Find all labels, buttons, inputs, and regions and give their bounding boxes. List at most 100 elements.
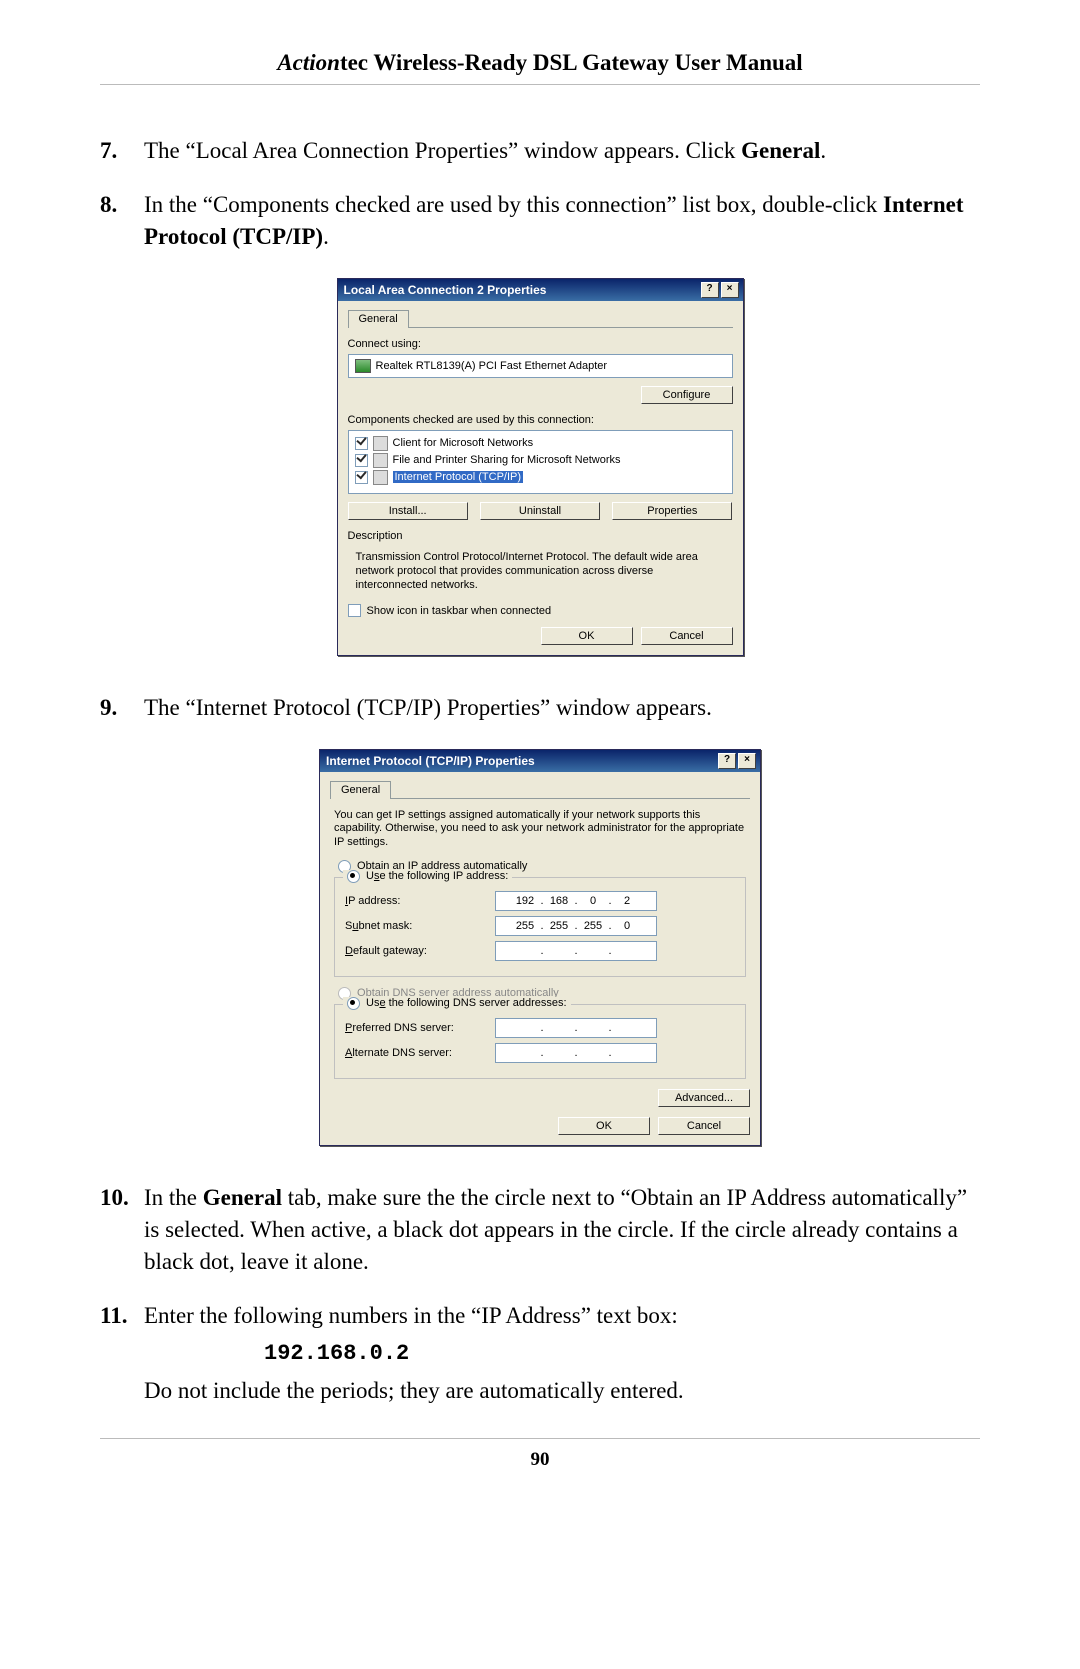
cancel-button[interactable]: Cancel	[641, 627, 733, 645]
lac-title: Local Area Connection 2 Properties	[344, 283, 547, 297]
radio-use-dns-label: Use the following DNS server addresses:	[366, 997, 567, 1009]
step-8-text-a: In the “Components checked are used by t…	[144, 192, 883, 217]
step-10-text-a: In the	[144, 1185, 203, 1210]
gateway-input[interactable]: . . .	[495, 941, 657, 961]
close-button[interactable]: ×	[738, 753, 756, 769]
radio-use-ip-label: Use the following IP address:	[366, 870, 508, 882]
sn-oct-3[interactable]: 255	[579, 920, 607, 932]
ip-oct-2[interactable]: 168	[545, 895, 573, 907]
tcpip-titlebar: Internet Protocol (TCP/IP) Properties ? …	[320, 750, 760, 772]
nic-icon	[355, 359, 371, 373]
ip-address-label: IP address:	[345, 895, 495, 907]
pref-dns-input[interactable]: . . .	[495, 1018, 657, 1038]
properties-button[interactable]: Properties	[612, 502, 732, 520]
step-9-number: 9.	[100, 692, 144, 724]
ok-button[interactable]: OK	[558, 1117, 650, 1135]
adapter-name: Realtek RTL8139(A) PCI Fast Ethernet Ada…	[376, 360, 608, 372]
step-7: 7. The “Local Area Connection Properties…	[100, 135, 980, 167]
ip-fieldset: Use the following IP address: IP address…	[334, 877, 746, 977]
ok-button[interactable]: OK	[541, 627, 633, 645]
tab-general[interactable]: General	[348, 310, 409, 328]
manual-header: Actiontec Wireless-Ready DSL Gateway Use…	[100, 50, 980, 76]
radio-icon[interactable]	[347, 997, 360, 1010]
description-label: Description	[348, 530, 733, 542]
brand-italic: Action	[277, 50, 340, 75]
ip-oct-1[interactable]: 192	[511, 895, 539, 907]
component-tcpip[interactable]: Internet Protocol (TCP/IP)	[355, 469, 726, 486]
screenshot-tcpip-properties: Internet Protocol (TCP/IP) Properties ? …	[100, 749, 980, 1146]
pref-dns-label: Preferred DNS server:	[345, 1022, 495, 1034]
header-rule	[100, 84, 980, 85]
tab-row: General	[330, 780, 750, 799]
step-10-number: 10.	[100, 1182, 144, 1279]
components-label: Components checked are used by this conn…	[348, 414, 733, 426]
configure-button[interactable]: Configure	[641, 386, 733, 404]
close-button[interactable]: ×	[721, 282, 739, 298]
alt-dns-input[interactable]: . . .	[495, 1043, 657, 1063]
install-button[interactable]: Install...	[348, 502, 468, 520]
uninstall-button[interactable]: Uninstall	[480, 502, 600, 520]
tcpip-intro: You can get IP settings assigned automat…	[334, 809, 746, 850]
step-11-text-a: Enter the following numbers in the “IP A…	[144, 1300, 980, 1332]
component-tcpip-label: Internet Protocol (TCP/IP)	[393, 471, 524, 483]
radio-icon[interactable]	[347, 870, 360, 883]
brand-suffix: tec	[340, 50, 368, 75]
page-number: 90	[100, 1449, 980, 1471]
sn-oct-1[interactable]: 255	[511, 920, 539, 932]
header-rest: Wireless-Ready DSL Gateway User Manual	[368, 50, 803, 75]
component-fileprint-label: File and Printer Sharing for Microsoft N…	[393, 454, 621, 466]
component-client[interactable]: Client for Microsoft Networks	[355, 435, 726, 452]
step-10-body: In the General tab, make sure the the ci…	[144, 1182, 980, 1279]
step-8-number: 8.	[100, 189, 144, 253]
components-listbox[interactable]: Client for Microsoft Networks File and P…	[348, 430, 733, 494]
checkbox-icon[interactable]	[355, 454, 368, 467]
sn-oct-4[interactable]: 0	[613, 920, 641, 932]
advanced-button[interactable]: Advanced...	[658, 1089, 750, 1107]
step-7-text-a: The “Local Area Connection Properties” w…	[144, 138, 741, 163]
ip-oct-4[interactable]: 2	[613, 895, 641, 907]
lac-titlebar: Local Area Connection 2 Properties ? ×	[338, 279, 743, 301]
client-icon	[373, 436, 388, 451]
step-8-body: In the “Components checked are used by t…	[144, 189, 980, 253]
step-9-body: The “Internet Protocol (TCP/IP) Properti…	[144, 692, 980, 724]
share-icon	[373, 453, 388, 468]
subnet-label: Subnet mask:	[345, 920, 495, 932]
step-7-body: The “Local Area Connection Properties” w…	[144, 135, 980, 167]
tcpip-properties-dialog: Internet Protocol (TCP/IP) Properties ? …	[319, 749, 761, 1146]
tab-general[interactable]: General	[330, 781, 391, 799]
ip-literal: 192.168.0.2	[264, 1339, 980, 1370]
lac-properties-dialog: Local Area Connection 2 Properties ? × G…	[337, 278, 744, 657]
step-11-body: Enter the following numbers in the “IP A…	[144, 1300, 980, 1407]
sn-oct-2[interactable]: 255	[545, 920, 573, 932]
checkbox-icon[interactable]	[355, 471, 368, 484]
protocol-icon	[373, 470, 388, 485]
ip-oct-3[interactable]: 0	[579, 895, 607, 907]
step-11: 11. Enter the following numbers in the “…	[100, 1300, 980, 1407]
footer-rule	[100, 1438, 980, 1439]
component-fileprint[interactable]: File and Printer Sharing for Microsoft N…	[355, 452, 726, 469]
show-icon-checkbox[interactable]	[348, 604, 361, 617]
tcpip-title: Internet Protocol (TCP/IP) Properties	[326, 754, 535, 768]
subnet-input[interactable]: 255. 255. 255. 0	[495, 916, 657, 936]
ip-address-input[interactable]: 192. 168. 0. 2	[495, 891, 657, 911]
tab-row: General	[348, 309, 733, 328]
step-11-number: 11.	[100, 1300, 144, 1407]
gateway-label: Default gateway:	[345, 945, 495, 957]
cancel-button[interactable]: Cancel	[658, 1117, 750, 1135]
alt-dns-label: Alternate DNS server:	[345, 1047, 495, 1059]
connect-using-label: Connect using:	[348, 338, 421, 350]
checkbox-icon[interactable]	[355, 437, 368, 450]
step-8-text-c: .	[323, 224, 329, 249]
step-10: 10. In the General tab, make sure the th…	[100, 1182, 980, 1279]
step-8: 8. In the “Components checked are used b…	[100, 189, 980, 253]
help-button[interactable]: ?	[718, 753, 736, 769]
help-button[interactable]: ?	[701, 282, 719, 298]
screenshot-lac-properties: Local Area Connection 2 Properties ? × G…	[100, 278, 980, 657]
step-7-number: 7.	[100, 135, 144, 167]
step-9: 9. The “Internet Protocol (TCP/IP) Prope…	[100, 692, 980, 724]
step-10-bold: General	[203, 1185, 282, 1210]
show-icon-label: Show icon in taskbar when connected	[367, 605, 552, 617]
description-text: Transmission Control Protocol/Internet P…	[348, 546, 733, 597]
step-11-text-b: Do not include the periods; they are aut…	[144, 1375, 980, 1407]
dns-fieldset: Use the following DNS server addresses: …	[334, 1004, 746, 1079]
